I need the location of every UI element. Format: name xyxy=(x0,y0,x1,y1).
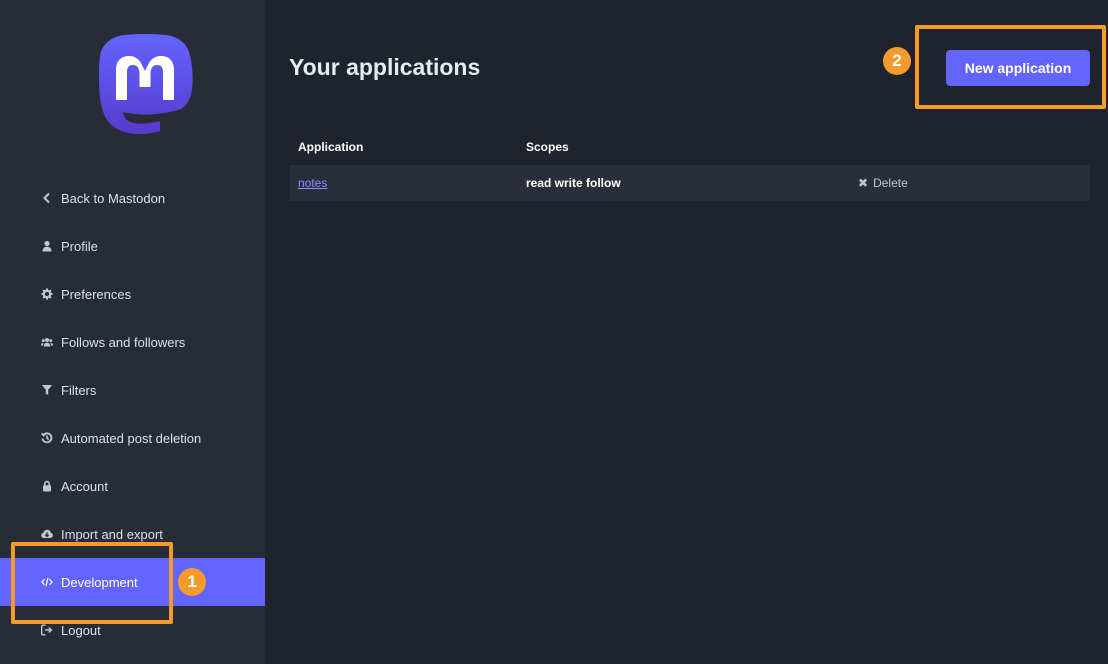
sidebar-item-label: Logout xyxy=(61,622,101,638)
users-icon xyxy=(41,336,53,348)
user-icon xyxy=(41,240,53,252)
table-header-row: Application Scopes xyxy=(290,129,1090,165)
close-icon: ✖ xyxy=(858,176,869,190)
application-cell: notes xyxy=(290,176,526,190)
sidebar-item-automated-post-deletion[interactable]: Automated post deletion xyxy=(0,414,265,462)
actions-cell: ✖ Delete xyxy=(850,176,1090,190)
sidebar-item-preferences[interactable]: Preferences xyxy=(0,270,265,318)
column-header-scopes: Scopes xyxy=(526,140,569,154)
applications-table: Application Scopes notes read write foll… xyxy=(290,129,1090,201)
sidebar-item-label: Preferences xyxy=(61,286,132,302)
sidebar-nav: Back to Mastodon Profile Preferences Fol… xyxy=(0,174,265,654)
sidebar-item-label: Follows and followers xyxy=(61,334,186,350)
sidebar-item-account[interactable]: Account xyxy=(0,462,265,510)
step-marker-1: 1 xyxy=(178,568,206,596)
delete-button[interactable]: ✖ Delete xyxy=(858,176,908,190)
sidebar-item-development[interactable]: Development xyxy=(0,558,265,606)
chevron-left-icon xyxy=(41,192,53,204)
sign-out-icon xyxy=(41,624,53,636)
lock-icon xyxy=(41,480,53,492)
sidebar-item-label: Profile xyxy=(61,238,98,254)
sidebar-item-profile[interactable]: Profile xyxy=(0,222,265,270)
sidebar-item-back-to-mastodon[interactable]: Back to Mastodon xyxy=(0,174,265,222)
sidebar: Back to Mastodon Profile Preferences Fol… xyxy=(0,0,265,664)
new-application-button[interactable]: New application xyxy=(946,50,1090,86)
cloud-download-icon xyxy=(41,528,53,540)
sidebar-item-label: Back to Mastodon xyxy=(61,190,166,206)
sidebar-item-label: Account xyxy=(61,478,108,494)
scopes-cell: read write follow xyxy=(526,176,621,190)
delete-label: Delete xyxy=(873,176,908,190)
mastodon-logo-icon[interactable] xyxy=(97,34,193,135)
step-marker-2: 2 xyxy=(883,47,911,75)
sidebar-item-label: Import and export xyxy=(61,526,163,542)
sidebar-item-filters[interactable]: Filters xyxy=(0,366,265,414)
column-header-application: Application xyxy=(298,140,364,154)
application-link[interactable]: notes xyxy=(298,176,327,190)
page-title: Your applications xyxy=(289,54,481,80)
sidebar-item-label: Development xyxy=(61,574,138,590)
sidebar-item-follows-and-followers[interactable]: Follows and followers xyxy=(0,318,265,366)
history-icon xyxy=(41,432,53,444)
sidebar-item-import-and-export[interactable]: Import and export xyxy=(0,510,265,558)
sidebar-item-label: Automated post deletion xyxy=(61,430,202,446)
filter-icon xyxy=(41,384,53,396)
code-icon xyxy=(41,576,53,588)
table-row: notes read write follow ✖ Delete xyxy=(290,165,1090,201)
sidebar-item-logout[interactable]: Logout xyxy=(0,606,265,654)
sidebar-item-label: Filters xyxy=(61,382,97,398)
gear-icon xyxy=(41,288,53,300)
